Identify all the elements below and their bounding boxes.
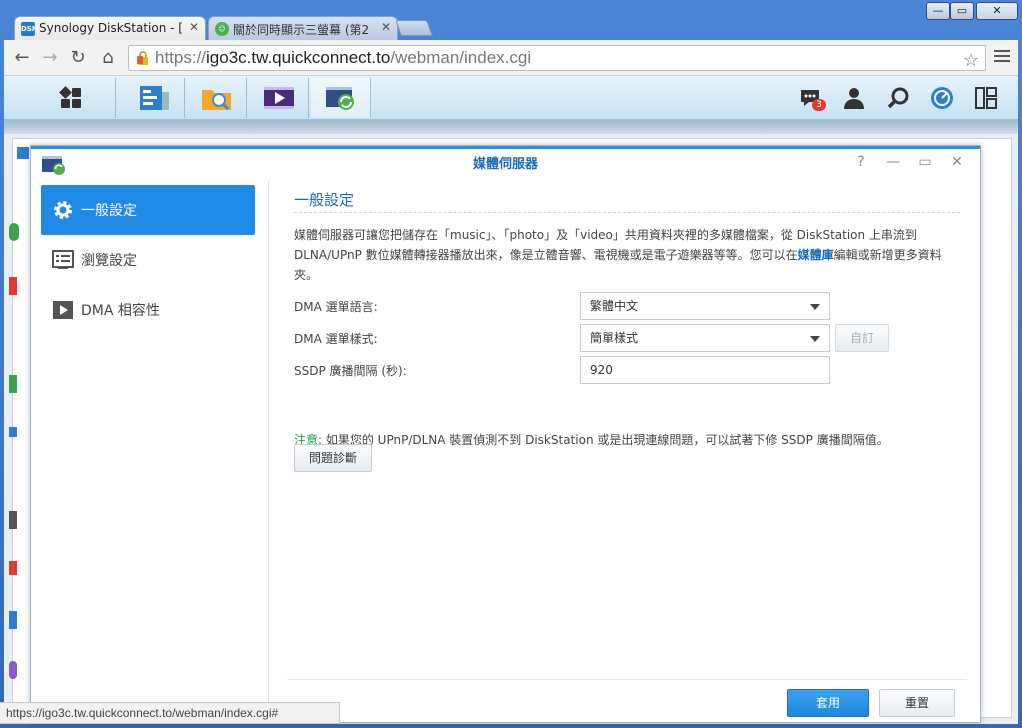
reset-button[interactable]: 重置 — [879, 689, 955, 717]
notification-badge: 3 — [812, 99, 826, 111]
user-icon — [844, 88, 864, 109]
gear-icon — [51, 198, 75, 222]
background-item-icon — [9, 427, 17, 437]
apply-button[interactable]: 套用 — [787, 689, 869, 717]
sidebar-item-label: 一般設定 — [81, 203, 137, 219]
dma-language-value: 繁體中文 — [590, 299, 639, 313]
description-text: 媒體伺服器可讓您把儲存在「music」、「photo」及「video」共用資料夾… — [294, 225, 960, 285]
user-button[interactable] — [840, 84, 868, 112]
desktop-button[interactable] — [972, 84, 1000, 112]
dsm-favicon-icon: DSM — [21, 22, 39, 36]
taskbar-control-panel[interactable] — [125, 78, 185, 118]
search-button[interactable] — [884, 84, 912, 112]
reload-icon[interactable]: ↻ — [68, 48, 88, 68]
background-item-icon — [9, 661, 17, 679]
browser-window: — ▭ ✕ DSM Synology DiskStation - [ ✕ ☺ 關… — [0, 0, 1022, 728]
background-item-icon — [9, 561, 17, 575]
browser-tab-forum[interactable]: ☺ 關於同時顯示三螢幕 (第2 ✕ — [208, 16, 398, 41]
control-panel-icon — [139, 86, 169, 110]
sidebar-item-dma-compat[interactable]: DMA 相容性 — [41, 285, 255, 335]
dma-style-select[interactable]: 簡單樣式 — [580, 324, 830, 352]
file-station-icon — [201, 90, 231, 111]
forum-favicon-icon: ☺ — [215, 22, 229, 36]
media-library-link[interactable]: 媒體庫 — [798, 248, 834, 262]
widgets-icon — [931, 87, 953, 109]
desktop-background — [4, 120, 1018, 134]
sidebar-item-label: 瀏覽設定 — [81, 253, 137, 269]
main-menu-icon — [58, 86, 81, 108]
forward-icon[interactable]: → — [40, 48, 60, 68]
sidebar-item-label: DMA 相容性 — [81, 303, 160, 319]
url-scheme: https:// — [155, 48, 207, 67]
window-title: 媒體伺服器 — [472, 157, 538, 172]
media-server-window: 媒體伺服器 ? — ▭ ✕ 一般設定 瀏覽設定 DMA 相容性 一般設定 媒體伺… — [30, 145, 981, 724]
browser-menu-icon[interactable] — [994, 50, 1010, 66]
customize-button[interactable]: 自訂 — [835, 324, 889, 352]
maximize-button[interactable]: ▭ — [950, 2, 974, 20]
taskbar-video-station[interactable] — [249, 78, 309, 118]
note-text: 注意: 如果您的 UPnP/DLNA 裝置偵測不到 DiskStation 或是… — [294, 431, 960, 448]
general-settings-panel: 一般設定 媒體伺服器可讓您把儲存在「music」、「photo」及「video」… — [287, 181, 967, 671]
home-icon[interactable]: ⌂ — [98, 48, 118, 68]
background-item-icon — [17, 147, 29, 159]
note-body: 如果您的 UPnP/DLNA 裝置偵測不到 DiskStation 或是出現連線… — [322, 433, 889, 447]
browser-tab-diskstation[interactable]: DSM Synology DiskStation - [ ✕ — [14, 16, 206, 41]
chevron-down-icon — [810, 304, 820, 310]
help-icon[interactable]: ? — [853, 154, 869, 170]
sidebar-item-general[interactable]: 一般設定 — [41, 185, 255, 235]
section-title: 一般設定 — [294, 191, 355, 209]
search-icon — [887, 87, 909, 109]
tab-close-icon[interactable]: ✕ — [381, 20, 391, 34]
taskbar-file-station[interactable] — [187, 78, 247, 118]
bookmark-star-icon[interactable]: ☆ — [963, 48, 979, 72]
play-icon — [51, 298, 75, 322]
sidebar-item-browse[interactable]: 瀏覽設定 — [41, 235, 255, 285]
window-footer: 套用 重置 — [287, 679, 967, 723]
desktop-icon — [975, 87, 997, 109]
dma-style-label: DMA 選單樣式: — [294, 332, 378, 346]
background-item-icon — [9, 223, 19, 241]
settings-sidebar: 一般設定 瀏覽設定 DMA 相容性 — [31, 181, 269, 724]
ssdp-interval-label: SSDP 廣播間隔 (秒): — [294, 364, 407, 378]
url-host: igo3c.tw.quickconnect.to — [206, 48, 391, 67]
lock-icon — [137, 51, 148, 65]
dma-language-row: DMA 選單語言: 繁體中文 — [294, 292, 960, 320]
taskbar-media-server[interactable] — [311, 78, 371, 118]
close-button[interactable]: ✕ — [976, 2, 1018, 20]
chevron-down-icon — [810, 336, 820, 342]
minimize-button[interactable]: — — [926, 2, 950, 20]
dsm-taskbar: 3 — [4, 76, 1018, 120]
tab-title: 關於同時顯示三螢幕 (第2 — [233, 23, 370, 37]
video-station-icon — [263, 87, 294, 109]
url-path: /webman/index.cgi — [390, 48, 532, 67]
list-icon — [51, 248, 75, 272]
diagnose-button[interactable]: 問題診斷 — [294, 444, 372, 472]
main-menu-button[interactable] — [26, 78, 116, 118]
tab-title: Synology DiskStation - [ — [39, 21, 183, 35]
section-divider — [294, 212, 960, 213]
back-icon[interactable]: ← — [12, 48, 32, 68]
background-item-icon — [9, 375, 17, 393]
window-maximize-icon[interactable]: ▭ — [917, 154, 933, 170]
browser-toolbar: ← → ↻ ⌂ https://igo3c.tw.quickconnect.to… — [4, 40, 1018, 76]
ssdp-interval-row: SSDP 廣播間隔 (秒): 920 — [294, 356, 960, 384]
background-item-icon — [9, 277, 17, 295]
dma-language-select[interactable]: 繁體中文 — [580, 292, 830, 320]
widgets-button[interactable] — [928, 84, 956, 112]
background-item-icon — [9, 611, 17, 629]
notifications-button[interactable]: 3 — [796, 84, 826, 112]
address-bar[interactable]: https://igo3c.tw.quickconnect.to/webman/… — [128, 45, 986, 71]
ssdp-interval-input[interactable]: 920 — [580, 356, 830, 384]
dma-style-row: DMA 選單樣式: 簡單樣式 自訂 — [294, 324, 960, 352]
window-minimize-icon[interactable]: — — [885, 154, 901, 170]
browser-status-bar: https://igo3c.tw.quickconnect.to/webman/… — [0, 702, 340, 724]
tab-close-icon[interactable]: ✕ — [189, 20, 199, 34]
dma-style-value: 簡單樣式 — [590, 331, 639, 345]
new-tab-button[interactable] — [395, 20, 433, 36]
browser-tab-strip: — ▭ ✕ DSM Synology DiskStation - [ ✕ ☺ 關… — [0, 0, 1022, 41]
background-item-icon — [9, 511, 17, 529]
window-close-icon[interactable]: ✕ — [949, 154, 965, 170]
dma-language-label: DMA 選單語言: — [294, 300, 378, 314]
media-server-icon — [325, 87, 354, 110]
